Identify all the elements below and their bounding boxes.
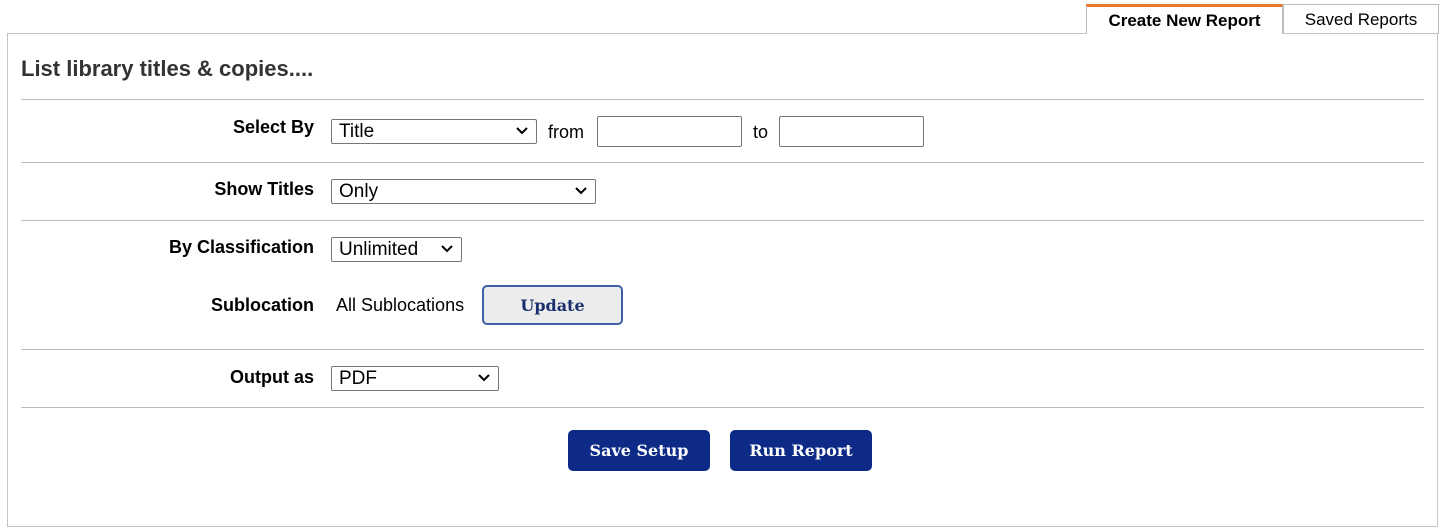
chevron-down-icon — [516, 127, 528, 135]
output-as-value: PDF — [339, 367, 377, 389]
select-by-label: Select By — [232, 117, 314, 137]
from-label: from — [548, 122, 584, 142]
divider — [21, 220, 1424, 221]
select-by-dropdown[interactable]: Title — [331, 119, 537, 144]
by-classification-value: Unlimited — [339, 238, 419, 260]
show-titles-label: Show Titles — [214, 179, 314, 199]
by-classification-label: By Classification — [168, 237, 314, 257]
by-classification-dropdown[interactable]: Unlimited — [331, 237, 462, 262]
tab-create-new-report[interactable]: Create New Report — [1086, 4, 1283, 34]
update-button[interactable]: Update — [482, 285, 623, 325]
show-titles-dropdown[interactable]: Only — [331, 179, 596, 204]
chevron-down-icon — [441, 245, 453, 253]
to-input[interactable] — [779, 116, 924, 147]
chevron-down-icon — [575, 187, 587, 195]
show-titles-value: Only — [339, 180, 379, 202]
output-as-label: Output as — [230, 367, 314, 387]
divider — [21, 99, 1424, 100]
divider — [21, 162, 1424, 163]
page-title: List library titles & copies.... — [21, 56, 314, 81]
output-as-dropdown[interactable]: PDF — [331, 366, 499, 391]
tab-saved-reports[interactable]: Saved Reports — [1283, 4, 1439, 34]
divider — [21, 349, 1424, 350]
report-panel: List library titles & copies.... Select … — [7, 33, 1438, 527]
chevron-down-icon — [478, 374, 490, 382]
from-input[interactable] — [597, 116, 742, 147]
report-tabs: Create New Report Saved Reports — [1086, 4, 1439, 34]
to-label: to — [753, 122, 769, 142]
sublocation-label: Sublocation — [211, 295, 314, 315]
run-report-button[interactable]: Run Report — [730, 430, 872, 471]
sublocation-value: All Sublocations — [336, 295, 465, 315]
save-setup-button[interactable]: Save Setup — [568, 430, 710, 471]
select-by-value: Title — [339, 120, 375, 142]
divider — [21, 407, 1424, 408]
report-page: Create New Report Saved Reports List lib… — [0, 0, 1442, 532]
